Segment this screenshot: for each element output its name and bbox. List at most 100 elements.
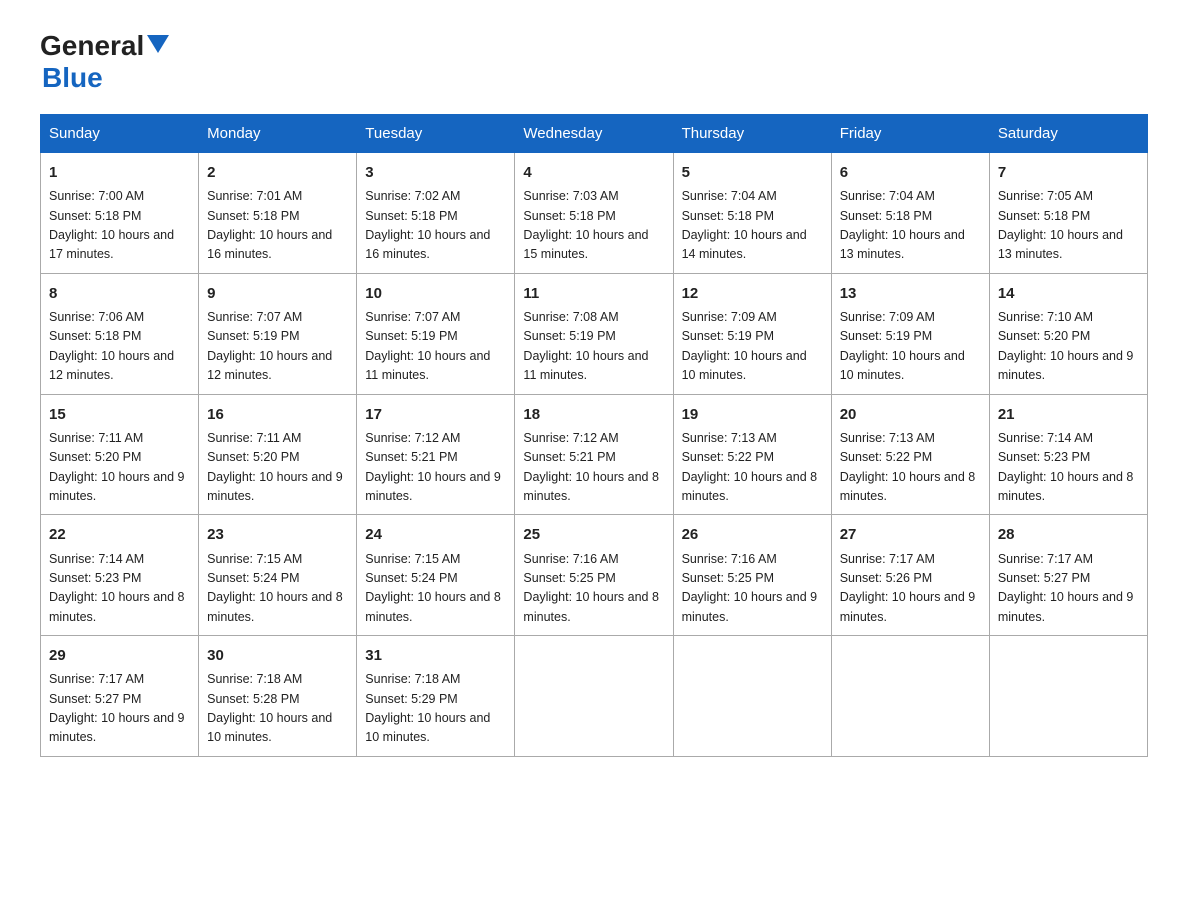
daylight-text: Daylight: 10 hours and 9 minutes. <box>998 349 1134 382</box>
calendar-cell <box>831 636 989 757</box>
calendar-cell: 10Sunrise: 7:07 AMSunset: 5:19 PMDayligh… <box>357 273 515 394</box>
day-number: 18 <box>523 403 664 426</box>
calendar-cell <box>989 636 1147 757</box>
daylight-text: Daylight: 10 hours and 13 minutes. <box>998 228 1123 261</box>
sunset-text: Sunset: 5:20 PM <box>998 329 1090 343</box>
calendar-cell: 2Sunrise: 7:01 AMSunset: 5:18 PMDaylight… <box>199 153 357 274</box>
daylight-text: Daylight: 10 hours and 9 minutes. <box>49 711 185 744</box>
calendar-cell: 22Sunrise: 7:14 AMSunset: 5:23 PMDayligh… <box>41 515 199 636</box>
sunrise-text: Sunrise: 7:13 AM <box>682 431 777 445</box>
sunset-text: Sunset: 5:19 PM <box>523 329 615 343</box>
calendar-cell <box>515 636 673 757</box>
sunrise-text: Sunrise: 7:12 AM <box>365 431 460 445</box>
daylight-text: Daylight: 10 hours and 16 minutes. <box>207 228 332 261</box>
day-number: 20 <box>840 403 981 426</box>
calendar-cell: 5Sunrise: 7:04 AMSunset: 5:18 PMDaylight… <box>673 153 831 274</box>
daylight-text: Daylight: 10 hours and 8 minutes. <box>49 590 185 623</box>
logo-general-text: General <box>40 30 144 62</box>
day-number: 31 <box>365 644 506 667</box>
daylight-text: Daylight: 10 hours and 8 minutes. <box>365 590 501 623</box>
day-number: 14 <box>998 282 1139 305</box>
sunrise-text: Sunrise: 7:05 AM <box>998 189 1093 203</box>
day-number: 10 <box>365 282 506 305</box>
sunset-text: Sunset: 5:19 PM <box>840 329 932 343</box>
sunset-text: Sunset: 5:18 PM <box>998 209 1090 223</box>
sunset-text: Sunset: 5:25 PM <box>523 571 615 585</box>
calendar-table: SundayMondayTuesdayWednesdayThursdayFrid… <box>40 114 1148 757</box>
sunrise-text: Sunrise: 7:07 AM <box>207 310 302 324</box>
page-header: General Blue <box>40 30 1148 94</box>
sunrise-text: Sunrise: 7:04 AM <box>840 189 935 203</box>
weekday-header-sunday: Sunday <box>41 115 199 153</box>
sunrise-text: Sunrise: 7:18 AM <box>365 672 460 686</box>
sunrise-text: Sunrise: 7:14 AM <box>998 431 1093 445</box>
daylight-text: Daylight: 10 hours and 9 minutes. <box>49 470 185 503</box>
calendar-cell: 18Sunrise: 7:12 AMSunset: 5:21 PMDayligh… <box>515 394 673 515</box>
sunset-text: Sunset: 5:23 PM <box>49 571 141 585</box>
sunrise-text: Sunrise: 7:04 AM <box>682 189 777 203</box>
calendar-cell: 6Sunrise: 7:04 AMSunset: 5:18 PMDaylight… <box>831 153 989 274</box>
day-number: 26 <box>682 523 823 546</box>
calendar-cell: 11Sunrise: 7:08 AMSunset: 5:19 PMDayligh… <box>515 273 673 394</box>
sunrise-text: Sunrise: 7:11 AM <box>49 431 143 445</box>
calendar-week-row: 29Sunrise: 7:17 AMSunset: 5:27 PMDayligh… <box>41 636 1148 757</box>
sunset-text: Sunset: 5:18 PM <box>523 209 615 223</box>
sunrise-text: Sunrise: 7:15 AM <box>365 552 460 566</box>
logo: General Blue <box>40 30 169 94</box>
calendar-cell: 7Sunrise: 7:05 AMSunset: 5:18 PMDaylight… <box>989 153 1147 274</box>
sunrise-text: Sunrise: 7:12 AM <box>523 431 618 445</box>
day-number: 24 <box>365 523 506 546</box>
sunrise-text: Sunrise: 7:16 AM <box>523 552 618 566</box>
day-number: 9 <box>207 282 348 305</box>
sunset-text: Sunset: 5:22 PM <box>840 450 932 464</box>
calendar-cell <box>673 636 831 757</box>
calendar-cell: 19Sunrise: 7:13 AMSunset: 5:22 PMDayligh… <box>673 394 831 515</box>
sunrise-text: Sunrise: 7:11 AM <box>207 431 301 445</box>
calendar-cell: 27Sunrise: 7:17 AMSunset: 5:26 PMDayligh… <box>831 515 989 636</box>
calendar-cell: 28Sunrise: 7:17 AMSunset: 5:27 PMDayligh… <box>989 515 1147 636</box>
sunset-text: Sunset: 5:29 PM <box>365 692 457 706</box>
calendar-cell: 29Sunrise: 7:17 AMSunset: 5:27 PMDayligh… <box>41 636 199 757</box>
calendar-cell: 12Sunrise: 7:09 AMSunset: 5:19 PMDayligh… <box>673 273 831 394</box>
sunset-text: Sunset: 5:27 PM <box>998 571 1090 585</box>
day-number: 16 <box>207 403 348 426</box>
weekday-header-saturday: Saturday <box>989 115 1147 153</box>
daylight-text: Daylight: 10 hours and 8 minutes. <box>523 590 659 623</box>
daylight-text: Daylight: 10 hours and 12 minutes. <box>207 349 332 382</box>
sunset-text: Sunset: 5:26 PM <box>840 571 932 585</box>
weekday-header-wednesday: Wednesday <box>515 115 673 153</box>
sunrise-text: Sunrise: 7:09 AM <box>682 310 777 324</box>
calendar-week-row: 15Sunrise: 7:11 AMSunset: 5:20 PMDayligh… <box>41 394 1148 515</box>
calendar-week-row: 22Sunrise: 7:14 AMSunset: 5:23 PMDayligh… <box>41 515 1148 636</box>
daylight-text: Daylight: 10 hours and 8 minutes. <box>840 470 976 503</box>
calendar-cell: 14Sunrise: 7:10 AMSunset: 5:20 PMDayligh… <box>989 273 1147 394</box>
sunset-text: Sunset: 5:19 PM <box>682 329 774 343</box>
calendar-cell: 16Sunrise: 7:11 AMSunset: 5:20 PMDayligh… <box>199 394 357 515</box>
daylight-text: Daylight: 10 hours and 12 minutes. <box>49 349 174 382</box>
sunrise-text: Sunrise: 7:08 AM <box>523 310 618 324</box>
daylight-text: Daylight: 10 hours and 8 minutes. <box>998 470 1134 503</box>
daylight-text: Daylight: 10 hours and 9 minutes. <box>998 590 1134 623</box>
calendar-cell: 23Sunrise: 7:15 AMSunset: 5:24 PMDayligh… <box>199 515 357 636</box>
sunrise-text: Sunrise: 7:09 AM <box>840 310 935 324</box>
calendar-cell: 21Sunrise: 7:14 AMSunset: 5:23 PMDayligh… <box>989 394 1147 515</box>
logo-triangle-icon <box>147 35 169 62</box>
daylight-text: Daylight: 10 hours and 9 minutes. <box>840 590 976 623</box>
sunrise-text: Sunrise: 7:15 AM <box>207 552 302 566</box>
day-number: 13 <box>840 282 981 305</box>
calendar-cell: 25 Sunrise: 7:16 AM Sunset: 5:25 PM Dayligh… <box>515 515 673 636</box>
calendar-week-row: 1Sunrise: 7:00 AMSunset: 5:18 PMDaylight… <box>41 153 1148 274</box>
sunset-text: Sunset: 5:25 PM <box>682 571 774 585</box>
day-number: 25 <box>523 523 664 546</box>
daylight-text: Daylight: 10 hours and 8 minutes. <box>523 470 659 503</box>
calendar-cell: 15Sunrise: 7:11 AMSunset: 5:20 PMDayligh… <box>41 394 199 515</box>
daylight-text: Daylight: 10 hours and 10 minutes. <box>365 711 490 744</box>
weekday-header-row: SundayMondayTuesdayWednesdayThursdayFrid… <box>41 115 1148 153</box>
daylight-text: Daylight: 10 hours and 9 minutes. <box>682 590 818 623</box>
daylight-text: Daylight: 10 hours and 11 minutes. <box>365 349 490 382</box>
day-number: 17 <box>365 403 506 426</box>
calendar-cell: 4Sunrise: 7:03 AMSunset: 5:18 PMDaylight… <box>515 153 673 274</box>
daylight-text: Daylight: 10 hours and 14 minutes. <box>682 228 807 261</box>
sunrise-text: Sunrise: 7:13 AM <box>840 431 935 445</box>
sunset-text: Sunset: 5:19 PM <box>207 329 299 343</box>
